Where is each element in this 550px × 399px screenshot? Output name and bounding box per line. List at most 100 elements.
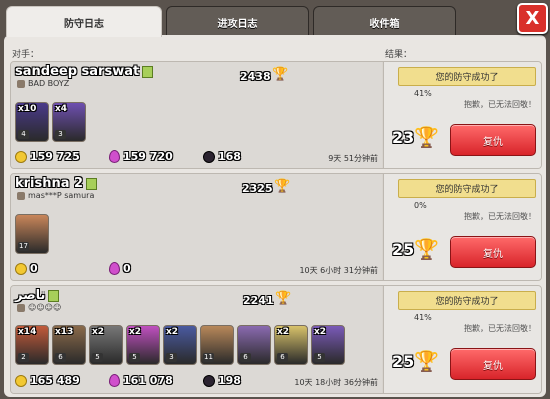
result-section: 您的防守成功了 0% 抱歉，已无法回敬！ 25 🏆 复仇 <box>383 174 541 280</box>
troop-count: x2 <box>166 327 179 337</box>
troop-icon: x14 2 <box>15 325 49 365</box>
revenge-button[interactable]: 复仇 <box>450 236 536 268</box>
defense-success-banner: 您的防守成功了 <box>398 291 536 310</box>
revenge-button[interactable]: 复仇 <box>450 124 536 156</box>
trophy-gain: 25 <box>392 240 415 259</box>
trophy-icon: 🏆 <box>272 67 289 82</box>
trophy-icon: 🏆 <box>414 237 439 261</box>
troop-icon: x10 4 <box>15 102 49 142</box>
tab-attack-log[interactable]: 进攻日志 <box>166 6 309 38</box>
troop-icon: x2 5 <box>311 325 345 365</box>
troop-level: 11 <box>203 353 214 362</box>
opponent-section: ناصر 2241 🏆 ☺☺☺☺ x14 2 x13 6 x2 5 x2 5 x2 3 11 6 x2 6 x2 5 1… <box>11 286 382 393</box>
cant-revenge-text: 抱歉，已无法回敬！ <box>464 100 536 109</box>
troop-count: x2 <box>277 327 290 337</box>
troop-level: 6 <box>55 353 66 362</box>
trophy-gain: 23 <box>392 128 415 147</box>
troop-level: 2 <box>18 353 29 362</box>
troop-list: x14 2 x13 6 x2 5 x2 5 x2 3 11 6 x2 6 x2 5 <box>15 325 345 365</box>
opponent-section: sandeep sarswat 2438 🏆 BAD BOYZ x10 4 x4 3 159 7… <box>11 62 382 168</box>
dark-elixir-amount: 168 <box>218 150 241 163</box>
elixir-loot: 0 <box>109 262 131 275</box>
trophy-icon: 🏆 <box>275 291 292 306</box>
troop-icon: x2 3 <box>163 325 197 365</box>
troop-list: 17 <box>15 214 49 254</box>
troop-icon: x2 5 <box>126 325 160 365</box>
close-button[interactable]: X <box>517 3 548 34</box>
note-icon <box>48 289 60 302</box>
defense-log-entry: sandeep sarswat 2438 🏆 BAD BOYZ x10 4 x4 3 159 7… <box>10 61 542 169</box>
troop-icon: 17 <box>15 214 49 254</box>
destruction-percent: 41% <box>414 89 432 98</box>
gold-icon <box>15 374 27 387</box>
dark-elixir-loot: 168 <box>203 150 241 163</box>
troop-count: x10 <box>18 104 37 114</box>
elixir-icon <box>109 150 120 163</box>
troop-level: 5 <box>92 353 103 362</box>
dark-elixir-amount: 198 <box>218 374 241 387</box>
tab-defense-log[interactable]: 防守日志 <box>6 6 162 37</box>
clan-badge-icon <box>17 191 25 200</box>
opponent-header: 对手： <box>12 50 40 60</box>
result-header: 结果： <box>385 50 413 60</box>
attack-time: 10天 6小时 31分钟前 <box>299 266 378 275</box>
dark-elixir-loot: 198 <box>203 374 241 387</box>
dark-elixir-icon <box>203 150 215 163</box>
trophy-icon: 🏆 <box>414 125 439 149</box>
result-section: 您的防守成功了 41% 抱歉，已无法回敬！ 25 🏆 复仇 <box>383 286 541 393</box>
gold-amount: 159 725 <box>30 150 80 163</box>
gold-loot: 159 725 <box>15 150 80 163</box>
troop-level: 4 <box>18 130 29 139</box>
note-icon <box>142 65 154 78</box>
clan-name: ☺☺☺☺ <box>28 303 62 312</box>
elixir-amount: 161 078 <box>123 374 173 387</box>
player-name: krishna 2 <box>15 176 84 191</box>
player-name: ناصر <box>15 288 46 303</box>
troop-icon: 6 <box>237 325 271 365</box>
troop-count: x4 <box>55 104 68 114</box>
clan-badge-icon <box>17 79 25 88</box>
clan-name: mas***P samura <box>28 191 95 200</box>
opponent-name[interactable]: ناصر <box>15 288 60 303</box>
opponent-trophies: 2325 <box>242 182 273 195</box>
troop-level: 6 <box>240 353 251 362</box>
trophy-gain: 25 <box>392 352 415 371</box>
elixir-amount: 159 720 <box>123 150 173 163</box>
troop-level: 17 <box>18 242 29 251</box>
elixir-icon <box>109 374 120 387</box>
dark-elixir-icon <box>203 374 215 387</box>
opponent-section: krishna 2 2325 🏆 mas***P samura 17 0 0 10天 6小时 … <box>11 174 382 280</box>
destruction-percent: 0% <box>414 201 427 210</box>
gold-amount: 165 489 <box>30 374 80 387</box>
troop-level: 3 <box>166 353 177 362</box>
result-section: 您的防守成功了 41% 抱歉，已无法回敬！ 23 🏆 复仇 <box>383 62 541 168</box>
defense-log-entry: ناصر 2241 🏆 ☺☺☺☺ x14 2 x13 6 x2 5 x2 5 x2 3 11 6 x2 6 x2 5 1… <box>10 285 542 394</box>
clan-badge-icon <box>17 303 25 312</box>
elixir-amount: 0 <box>123 262 131 275</box>
gold-icon <box>15 150 27 163</box>
player-name: sandeep sarswat <box>15 64 140 79</box>
troop-count: x2 <box>314 327 327 337</box>
clan-info: ☺☺☺☺ <box>17 303 61 312</box>
troop-icon: 11 <box>200 325 234 365</box>
destruction-percent: 41% <box>414 313 432 322</box>
troop-level: 5 <box>129 353 140 362</box>
attack-time: 10天 18小时 36分钟前 <box>294 378 378 387</box>
defense-success-banner: 您的防守成功了 <box>398 179 536 198</box>
opponent-name[interactable]: sandeep sarswat <box>15 64 154 79</box>
troop-icon: x4 3 <box>52 102 86 142</box>
troop-count: x2 <box>92 327 105 337</box>
tab-inbox[interactable]: 收件箱 <box>313 6 456 38</box>
clan-name: BAD BOYZ <box>28 79 70 88</box>
clan-info: BAD BOYZ <box>17 79 69 88</box>
troop-list: x10 4 x4 3 <box>15 102 86 142</box>
troop-level: 5 <box>314 353 325 362</box>
gold-loot: 0 <box>15 262 38 275</box>
elixir-icon <box>109 262 120 275</box>
opponent-name[interactable]: krishna 2 <box>15 176 98 191</box>
cant-revenge-text: 抱歉，已无法回敬！ <box>464 212 536 221</box>
opponent-trophies: 2241 <box>243 294 274 307</box>
gold-loot: 165 489 <box>15 374 80 387</box>
note-icon <box>86 177 98 190</box>
revenge-button[interactable]: 复仇 <box>450 348 536 380</box>
